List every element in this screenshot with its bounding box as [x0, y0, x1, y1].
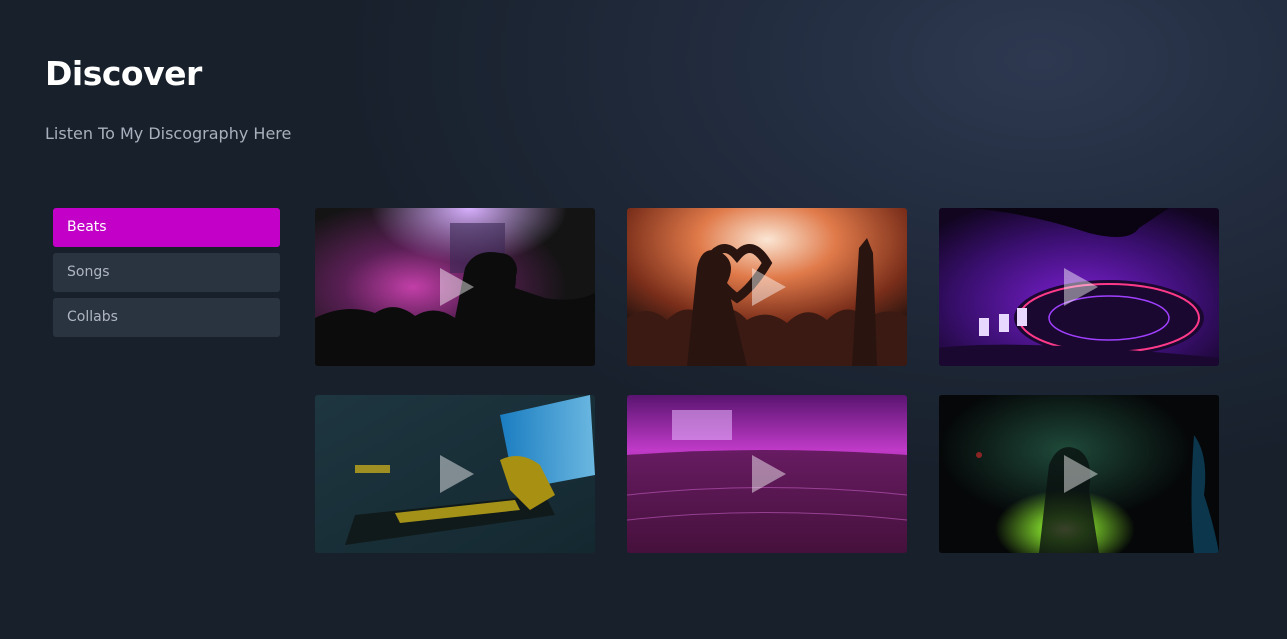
media-card[interactable] — [315, 395, 595, 553]
play-icon[interactable] — [1064, 268, 1098, 306]
play-icon[interactable] — [752, 455, 786, 493]
play-icon[interactable] — [752, 268, 786, 306]
media-card[interactable] — [315, 208, 595, 366]
media-card[interactable] — [627, 395, 907, 553]
media-card[interactable] — [627, 208, 907, 366]
play-icon[interactable] — [1064, 455, 1098, 493]
page-subtitle: Listen To My Discography Here — [45, 124, 292, 143]
sidebar-item-collabs[interactable]: Collabs — [53, 298, 280, 337]
media-grid — [315, 208, 1219, 553]
sidebar-item-songs[interactable]: Songs — [53, 253, 280, 292]
category-sidebar: Beats Songs Collabs — [53, 208, 280, 343]
media-card[interactable] — [939, 395, 1219, 553]
sidebar-item-beats[interactable]: Beats — [53, 208, 280, 247]
play-icon[interactable] — [440, 268, 474, 306]
media-card[interactable] — [939, 208, 1219, 366]
play-icon[interactable] — [440, 455, 474, 493]
page-header: Discover Listen To My Discography Here — [45, 54, 291, 143]
page-title: Discover — [45, 54, 202, 93]
